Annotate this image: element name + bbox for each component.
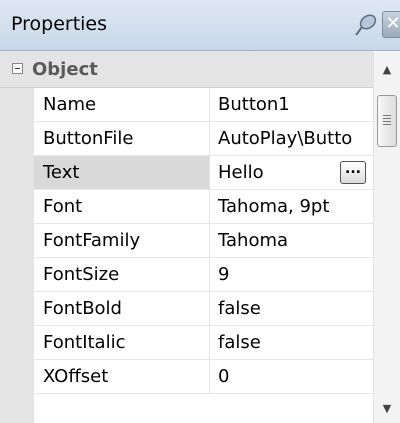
property-name: Text [34, 156, 210, 189]
property-value[interactable]: Button1 [210, 88, 373, 121]
property-name: FontSize [34, 258, 210, 291]
property-row[interactable]: Text Hello... [34, 156, 373, 190]
property-name: XOffset [34, 360, 210, 393]
property-row[interactable]: FontSize 9 [34, 258, 373, 292]
property-name: Font [34, 190, 210, 223]
panel-title: Properties [11, 13, 108, 35]
scroll-up-arrow-icon[interactable]: ▲ [374, 51, 400, 88]
property-value[interactable]: false [210, 326, 373, 359]
property-row[interactable]: Font Tahoma, 9pt [34, 190, 373, 224]
property-value[interactable]: Tahoma, 9pt [210, 190, 373, 223]
grid-margin [0, 88, 34, 423]
category-row-object[interactable]: Object [0, 51, 373, 88]
property-row[interactable]: XOffset 0 [34, 360, 373, 394]
grip-icon [383, 115, 391, 125]
property-name: FontBold [34, 292, 210, 325]
property-row[interactable]: FontBold false [34, 292, 373, 326]
property-value[interactable]: Tahoma [210, 224, 373, 257]
property-name: Name [34, 88, 210, 121]
property-row[interactable]: FontItalic false [34, 326, 373, 360]
scroll-thumb[interactable] [377, 95, 397, 147]
property-value[interactable]: 9 [210, 258, 373, 291]
property-grid: Object Name Button1 ButtonFile AutoPlay\But… [0, 51, 373, 423]
property-row[interactable]: Name Button1 [34, 88, 373, 122]
collapse-icon[interactable] [12, 63, 23, 74]
property-name: FontItalic [34, 326, 210, 359]
property-value[interactable]: false [210, 292, 373, 325]
close-icon: ✕ [385, 13, 400, 34]
vertical-scrollbar[interactable]: ▲ ▼ [373, 51, 400, 423]
pin-icon[interactable] [353, 12, 379, 38]
property-value[interactable]: 0 [210, 360, 373, 393]
ellipsis-button[interactable]: ... [340, 161, 366, 184]
scroll-down-arrow-icon[interactable]: ▼ [374, 394, 400, 423]
panel-titlebar: Properties ✕ [0, 0, 400, 51]
property-name: FontFamily [34, 224, 210, 257]
category-label: Object [32, 59, 98, 80]
close-button[interactable]: ✕ [382, 11, 400, 38]
property-value[interactable]: AutoPlay\Butto [210, 122, 373, 155]
property-row[interactable]: FontFamily Tahoma [34, 224, 373, 258]
property-row[interactable]: ButtonFile AutoPlay\Butto [34, 122, 373, 156]
properties-panel: Properties ✕ Object Name Button1 ButtonFil… [0, 0, 400, 423]
property-name: ButtonFile [34, 122, 210, 155]
